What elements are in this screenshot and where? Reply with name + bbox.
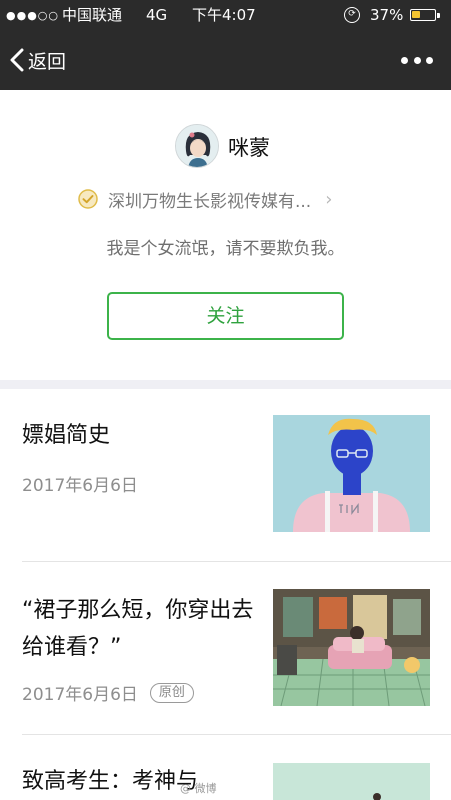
battery-icon — [410, 9, 436, 21]
verified-check-icon — [78, 189, 98, 209]
article-title: 嫖娼简史 — [22, 423, 111, 448]
article-date: 2017年6月6日 — [22, 476, 138, 496]
verified-organization: 深圳万物生长影视传媒有... — [108, 191, 312, 212]
battery-tip — [437, 13, 440, 18]
verification-row[interactable]: 深圳万物生长影视传媒有... › — [78, 186, 398, 212]
status-bar: ●●●○○ 中国联通 4G 下午4:07 ⟳ 37% — [0, 0, 451, 30]
back-button[interactable]: 返回 — [10, 43, 66, 77]
article-item[interactable]: 嫖娼简史 2017年6月6日 — [0, 389, 451, 562]
article-meta: 2017年6月6日 原创 — [22, 680, 194, 705]
rotation-lock-icon: ⟳ — [344, 7, 360, 23]
article-date: 2017年6月6日 — [22, 685, 138, 705]
article-title: “裙子那么短，你穿出去给谁看？” — [22, 598, 254, 660]
article-item[interactable]: 致高考生：考神与 — [0, 735, 451, 800]
account-name: 咪蒙 — [228, 136, 270, 160]
original-badge: 原创 — [149, 682, 194, 703]
battery-percent: 37% — [370, 6, 404, 24]
battery-fill — [412, 11, 420, 18]
article-item[interactable]: “裙子那么短，你穿出去给谁看？” 2017年6月6日 原创 — [0, 562, 451, 735]
nav-bar: 返回 — [0, 30, 451, 90]
article-thumbnail — [273, 415, 430, 532]
article-meta: 2017年6月6日 — [22, 471, 138, 496]
account-signature: 我是个女流氓，请不要欺负我。 — [106, 239, 345, 259]
article-thumbnail — [273, 763, 430, 800]
carrier-name: 中国联通 — [62, 6, 123, 24]
chevron-right-icon: › — [325, 188, 333, 210]
signal-strength-icon: ●●●○○ — [6, 9, 59, 22]
avatar[interactable] — [175, 124, 219, 168]
more-dots-icon[interactable] — [397, 48, 437, 72]
network-type: 4G — [146, 6, 168, 24]
article-thumbnail — [273, 589, 430, 706]
back-label: 返回 — [28, 50, 67, 73]
chevron-left-icon — [10, 48, 24, 72]
article-title: 致高考生：考神与 — [22, 769, 199, 794]
clock: 下午4:07 — [192, 6, 256, 24]
follow-button[interactable]: 关注 — [107, 292, 344, 340]
account-profile: 咪蒙 深圳万物生长影视传媒有... › 我是个女流氓，请不要欺负我。 关注 — [0, 90, 451, 380]
section-divider — [0, 380, 451, 389]
watermark: @ 微博 — [180, 782, 217, 795]
